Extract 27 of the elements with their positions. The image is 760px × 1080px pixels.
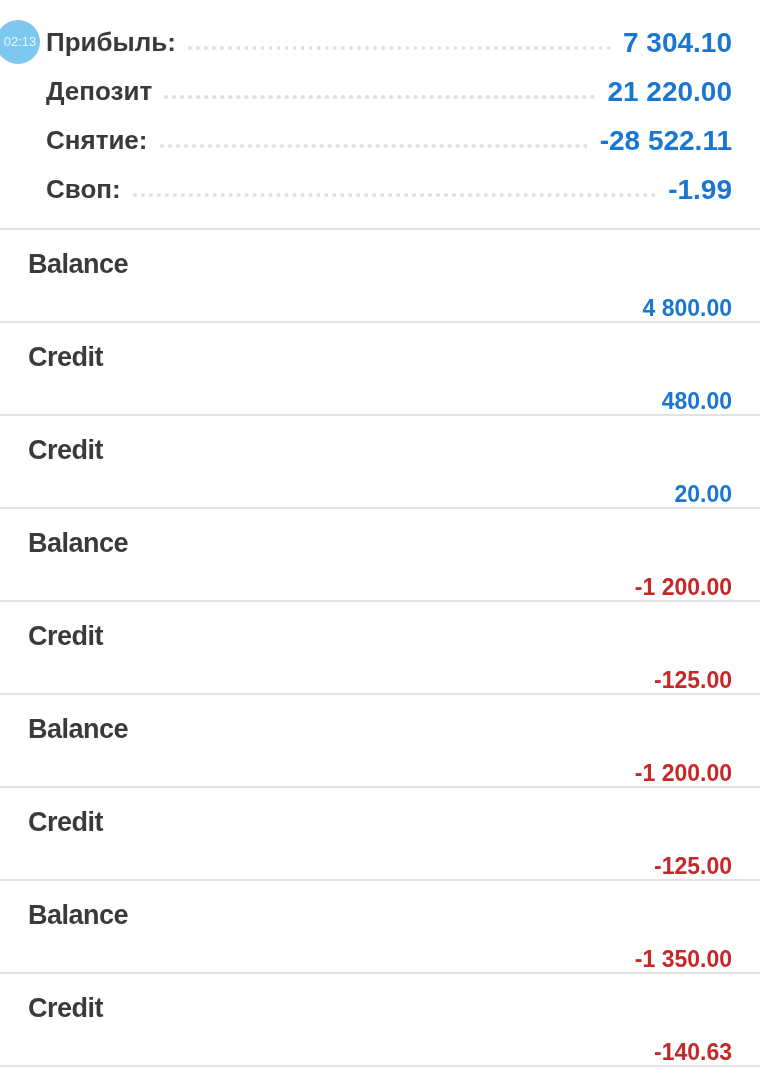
deal-type: Balance <box>28 713 129 746</box>
summary-value: 7 304.10 <box>623 25 732 60</box>
summary-label: Снятие: <box>46 124 148 157</box>
deal-type: Balance <box>28 248 129 281</box>
deal-amount: 20.00 <box>674 479 732 509</box>
deal-amount: -1 350.00 <box>634 944 732 974</box>
deal-type: Credit <box>28 620 103 653</box>
deal-amount: -125.00 <box>654 665 732 695</box>
deal-type: Balance <box>28 899 129 932</box>
deal-type: Credit <box>28 341 103 374</box>
deal-amount: -125.00 <box>654 851 732 881</box>
summary-value: 21 220.00 <box>607 74 732 109</box>
deal-type: Credit <box>28 992 103 1025</box>
summary-value: -1.99 <box>668 172 732 207</box>
summary-label: Прибыль: <box>46 26 176 59</box>
deal-type: Balance <box>28 527 129 560</box>
deal-amount: 480.00 <box>661 386 732 416</box>
timer-bubble[interactable]: 02:13 <box>0 20 40 64</box>
summary-value: -28 522.11 <box>599 123 732 158</box>
deal-amount: -140.63 <box>654 1037 732 1067</box>
deal-amount: 4 800.00 <box>642 293 732 323</box>
summary-label: Своп: <box>46 173 121 206</box>
deal-amount: -1 200.00 <box>634 758 732 788</box>
summary-label: Депозит <box>46 75 153 108</box>
deal-type: Credit <box>28 434 103 467</box>
deal-amount: -1 200.00 <box>634 572 732 602</box>
deal-type: Credit <box>28 806 103 839</box>
